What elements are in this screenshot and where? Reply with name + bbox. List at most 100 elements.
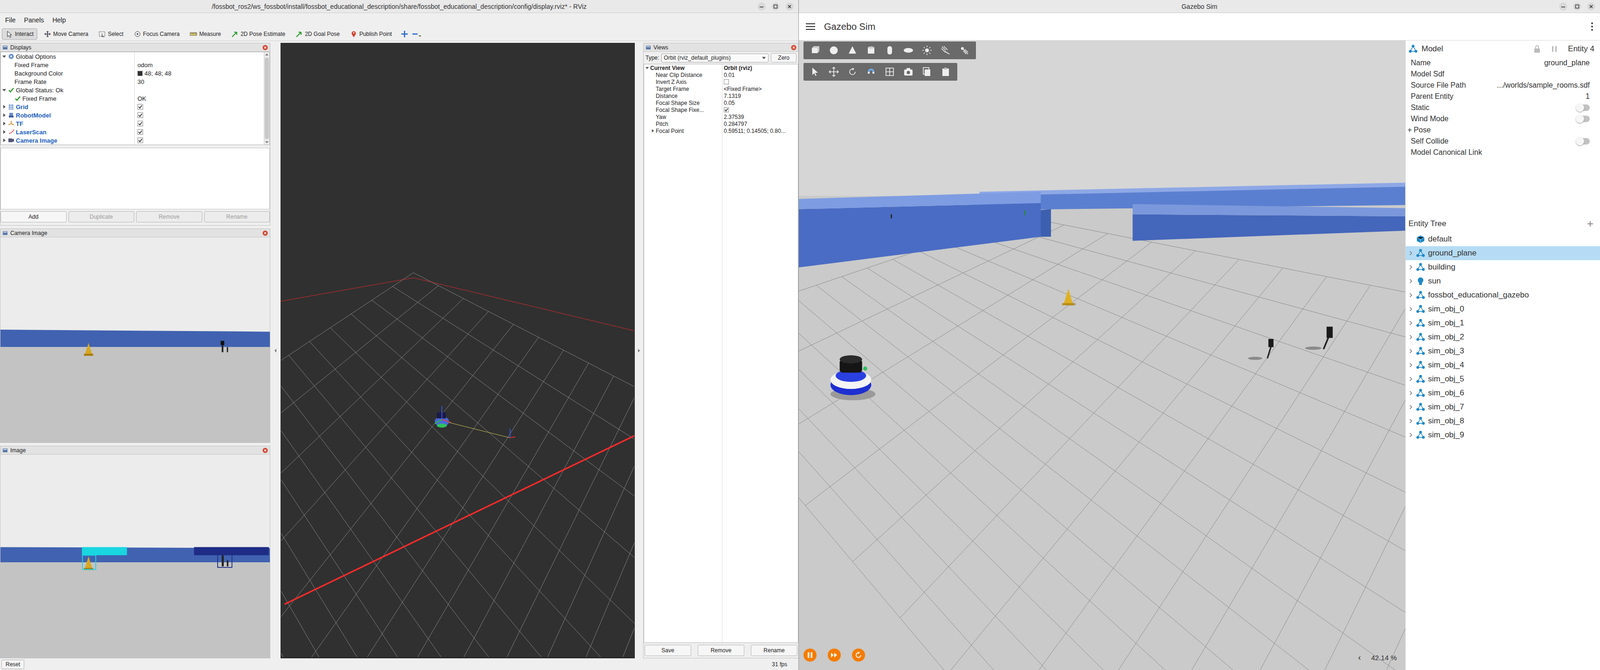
reset-button[interactable]: Reset: [1, 659, 25, 669]
entity-row[interactable]: sim_obj_3: [1405, 343, 1600, 358]
display-row[interactable]: LaserScan: [0, 127, 264, 137]
checkbox[interactable]: [723, 79, 729, 85]
entity-row[interactable]: default: [1405, 232, 1600, 247]
scene-tool-icon[interactable]: [884, 44, 896, 56]
scene-tool-icon[interactable]: [902, 66, 914, 78]
more-options-icon[interactable]: [1590, 21, 1594, 32]
expand-chevron-icon[interactable]: [1408, 250, 1414, 256]
menu-icon[interactable]: [805, 22, 816, 31]
close-panel-icon[interactable]: [790, 44, 797, 51]
toggle-switch[interactable]: [1576, 115, 1590, 123]
expand-chevron-icon[interactable]: [1408, 306, 1414, 312]
views-button[interactable]: Save: [644, 644, 692, 656]
scene-tool-icon[interactable]: [809, 44, 821, 56]
lock-icon[interactable]: [1533, 44, 1541, 54]
checkbox[interactable]: [137, 137, 144, 144]
scene-tool-icon[interactable]: [921, 44, 933, 56]
view-property-row[interactable]: Near Clip Distance0.01: [644, 71, 798, 79]
scene-tool-icon[interactable]: [828, 44, 840, 56]
tool-button[interactable]: Publish Point: [346, 28, 396, 40]
tool-button[interactable]: Interact: [1, 28, 38, 40]
expand-chevron-icon[interactable]: [1408, 264, 1414, 270]
inspector-row[interactable]: Self Collide: [1405, 135, 1600, 147]
scene-tool-icon[interactable]: [958, 44, 970, 56]
expand-chevron-icon[interactable]: [1408, 390, 1414, 396]
entity-row[interactable]: ground_plane: [1405, 246, 1600, 261]
close-panel-icon[interactable]: [262, 447, 268, 454]
view-property-row[interactable]: Focal Point0.59511; 0.14505; 0.80...: [644, 127, 798, 135]
expander-icon[interactable]: [650, 128, 655, 134]
checkbox[interactable]: [137, 103, 144, 110]
view-property-row[interactable]: Current ViewOrbit (rviz): [644, 64, 798, 72]
checkbox[interactable]: [137, 112, 144, 118]
expander-icon[interactable]: [1, 53, 7, 60]
render-panel[interactable]: [280, 42, 635, 659]
tool-button[interactable]: Select: [94, 28, 127, 40]
expander-icon[interactable]: [1, 137, 7, 144]
3d-viewport[interactable]: [280, 42, 635, 658]
entity-row[interactable]: sim_obj_7: [1405, 399, 1600, 414]
scene-tool-icon[interactable]: [828, 66, 840, 78]
entity-row[interactable]: fossbot_educational_gazebo: [1405, 288, 1600, 303]
maximize-icon[interactable]: [1572, 2, 1582, 11]
menu-item[interactable]: File: [0, 16, 21, 24]
entity-row[interactable]: sim_obj_9: [1405, 427, 1600, 442]
inspector-row[interactable]: Static: [1405, 102, 1600, 114]
entity-row[interactable]: sim_obj_2: [1405, 329, 1600, 344]
checkbox[interactable]: [137, 129, 144, 135]
scene-tool-icon[interactable]: [884, 66, 896, 78]
entity-row[interactable]: sim_obj_5: [1405, 371, 1600, 386]
expander-icon[interactable]: [1, 129, 7, 135]
scene-tool-icon[interactable]: [940, 44, 952, 56]
expand-chevron-icon[interactable]: [1408, 292, 1414, 298]
view-property-row[interactable]: Focal Shape Size0.05: [644, 99, 798, 107]
tool-button[interactable]: 2D Goal Pose: [291, 28, 344, 40]
scene-tool-icon[interactable]: [846, 44, 859, 56]
view-property-row[interactable]: Distance7.1319: [644, 92, 798, 100]
scene-view[interactable]: ‹42.14 %: [798, 40, 1406, 670]
tool-button[interactable]: Focus Camera: [130, 28, 184, 40]
display-row[interactable]: Grid: [0, 102, 264, 111]
display-row[interactable]: Frame Rate30: [0, 77, 264, 86]
scene-tool-icon[interactable]: [902, 44, 914, 56]
play-pause-button[interactable]: [803, 648, 817, 662]
view-property-row[interactable]: Yaw2.37539: [644, 113, 798, 121]
expander-icon[interactable]: [1, 120, 7, 127]
entity-row[interactable]: sim_obj_0: [1405, 302, 1600, 316]
scene-tool-icon[interactable]: [809, 66, 821, 78]
expand-chevron-icon[interactable]: [1408, 404, 1414, 410]
view-type-dropdown[interactable]: Orbit (rviz_default_plugins): [661, 53, 769, 63]
expand-toggle[interactable]: +: [1407, 125, 1412, 135]
expand-chevron-icon[interactable]: [1408, 432, 1414, 438]
expand-chevron-icon[interactable]: [1408, 376, 1414, 382]
display-row[interactable]: TF: [0, 119, 264, 128]
menu-item[interactable]: Help: [48, 16, 70, 24]
remove-tool-icon[interactable]: [411, 29, 422, 39]
expand-chevron-icon[interactable]: [1408, 334, 1414, 340]
collapse-stats[interactable]: ‹: [1358, 652, 1361, 663]
expander-icon[interactable]: [1, 103, 7, 110]
pause-updates-icon[interactable]: [1551, 45, 1558, 53]
checkbox[interactable]: [723, 107, 729, 113]
minimize-icon[interactable]: [1558, 2, 1568, 11]
view-property-row[interactable]: Invert Z Axis: [644, 78, 798, 86]
view-property-row[interactable]: Target Frame<Fixed Frame>: [644, 85, 798, 93]
display-row[interactable]: Global Status: Ok: [0, 85, 264, 95]
scene-tool-icon[interactable]: [921, 66, 933, 78]
expand-chevron-icon[interactable]: [1408, 418, 1414, 424]
view-property-row[interactable]: Pitch0.284797: [644, 120, 798, 128]
toggle-switch[interactable]: [1576, 104, 1590, 111]
add-tool-icon[interactable]: [400, 29, 409, 39]
inspector-row[interactable]: Wind Mode: [1405, 113, 1600, 125]
step-button[interactable]: [827, 648, 841, 662]
scene-tool-icon[interactable]: [940, 66, 952, 78]
scene-tool-icon[interactable]: [865, 44, 877, 56]
close-panel-icon[interactable]: [262, 230, 268, 236]
expander-icon[interactable]: [1, 87, 7, 93]
entity-row[interactable]: building: [1405, 260, 1600, 275]
tool-button[interactable]: 2D Pose Estimate: [227, 28, 289, 40]
toggle-switch[interactable]: [1576, 137, 1590, 145]
minimize-icon[interactable]: [757, 2, 766, 11]
maximize-icon[interactable]: [771, 2, 780, 11]
tool-button[interactable]: Measure: [185, 28, 225, 40]
